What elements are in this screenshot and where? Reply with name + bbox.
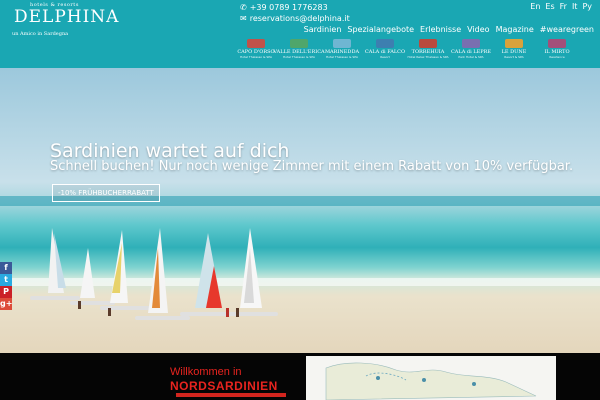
nav-video[interactable]: Video <box>467 25 489 34</box>
pinterest-icon[interactable]: P <box>0 286 12 298</box>
lang-es[interactable]: Es <box>545 2 554 11</box>
hotel-marinedda[interactable]: MARINEDDA Hotel Thalasso & SPA <box>322 38 362 62</box>
hotel-cala-falco[interactable]: CALA di FALCO Resort <box>365 38 405 62</box>
nav-erlebnisse[interactable]: Erlebnisse <box>420 25 461 34</box>
catamarans-illustration <box>30 228 278 320</box>
twitter-icon[interactable]: t <box>0 274 12 286</box>
hotel-category: Hotel Thalasso & SPA <box>283 55 315 59</box>
hotel-category: Hotel Thalasso & SPA <box>240 55 272 59</box>
contact-info: ✆ +39 0789 1776283 ✉ reservations@delphi… <box>240 2 350 24</box>
welcome-region: NORDSARDINIEN <box>170 379 278 393</box>
promo-button[interactable]: -10% FRÜHBUCHERRABATT <box>52 184 160 202</box>
hotel-il-mirto[interactable]: IL MIRTO Residence <box>537 38 577 62</box>
nav-sardinien[interactable]: Sardinien <box>304 25 342 34</box>
site-header: hotels & resorts DELPHINA un Amico in Sa… <box>0 0 600 68</box>
wave-icon <box>333 39 351 48</box>
lang-it[interactable]: It <box>572 2 578 11</box>
hotel-category: Residence <box>549 55 565 59</box>
hotel-capo-dorso[interactable]: CAPO D'ORSO Hotel Thalasso & SPA <box>236 38 276 62</box>
hotel-strip: CAPO D'ORSO Hotel Thalasso & SPA VALLE D… <box>236 38 577 62</box>
lang-en[interactable]: En <box>530 2 540 11</box>
tower-icon <box>419 39 437 48</box>
nav-magazine[interactable]: Magazine <box>496 25 534 34</box>
flower-icon <box>290 39 308 48</box>
hero-subtitle: Schnell buchen! Nur noch wenige Zimmer m… <box>50 159 574 174</box>
brand-tagline: un Amico in Sardegna <box>12 31 69 37</box>
phone-icon: ✆ <box>240 3 247 12</box>
hotel-valle-erica[interactable]: VALLE DELL'ERICA Hotel Thalasso & SPA <box>273 38 325 62</box>
main-nav: Sardinien Spezialangebote Erlebnisse Vid… <box>304 25 594 34</box>
welcome-heading: Willkommen in <box>170 366 242 378</box>
myrtle-icon <box>548 39 566 48</box>
phone-number[interactable]: +39 0789 1776283 <box>250 2 328 13</box>
hotel-category: Resort & SPA <box>504 55 524 59</box>
map-illustration <box>325 362 537 400</box>
hare-icon <box>462 39 480 48</box>
hotel-le-dune[interactable]: LE DUNE Resort & SPA <box>494 38 534 62</box>
nav-spezialangebote[interactable]: Spezialangebote <box>347 25 414 34</box>
brand-logo[interactable]: hotels & resorts DELPHINA un Amico in Sa… <box>8 2 118 40</box>
social-share-bar: f t P g+ <box>0 262 12 310</box>
dune-icon <box>505 39 523 48</box>
bear-icon <box>247 39 265 48</box>
welcome-section: Willkommen in NORDSARDINIEN <box>0 353 600 400</box>
hotel-category: Resort <box>380 55 390 59</box>
hero-banner: Sardinien wartet auf dich Schnell buchen… <box>0 68 600 353</box>
welcome-underline <box>176 393 286 397</box>
facebook-icon[interactable]: f <box>0 262 12 274</box>
google-plus-icon[interactable]: g+ <box>0 298 12 310</box>
hotel-torreruja[interactable]: TORREHUIA Hotel Relax Thalasso & SPA <box>407 38 449 62</box>
lang-fr[interactable]: Fr <box>560 2 567 11</box>
hotel-category: Hotel Thalasso & SPA <box>326 55 358 59</box>
email-address[interactable]: reservations@delphina.it <box>250 13 350 24</box>
nav-wearegreen[interactable]: #wearegreen <box>540 25 594 34</box>
lang-ru[interactable]: Ру <box>582 2 592 11</box>
hotel-cala-lepre[interactable]: CALA di LEPRE Park Hotel & SPA <box>451 38 491 62</box>
falcon-icon <box>376 39 394 48</box>
brand-name: DELPHINA <box>14 7 120 27</box>
sardinia-map[interactable] <box>306 356 556 400</box>
email-icon: ✉ <box>240 14 247 23</box>
hotel-category: Park Hotel & SPA <box>458 55 484 59</box>
hotel-category: Hotel Relax Thalasso & SPA <box>407 55 449 59</box>
language-switcher: En Es Fr It Ру <box>530 2 592 11</box>
